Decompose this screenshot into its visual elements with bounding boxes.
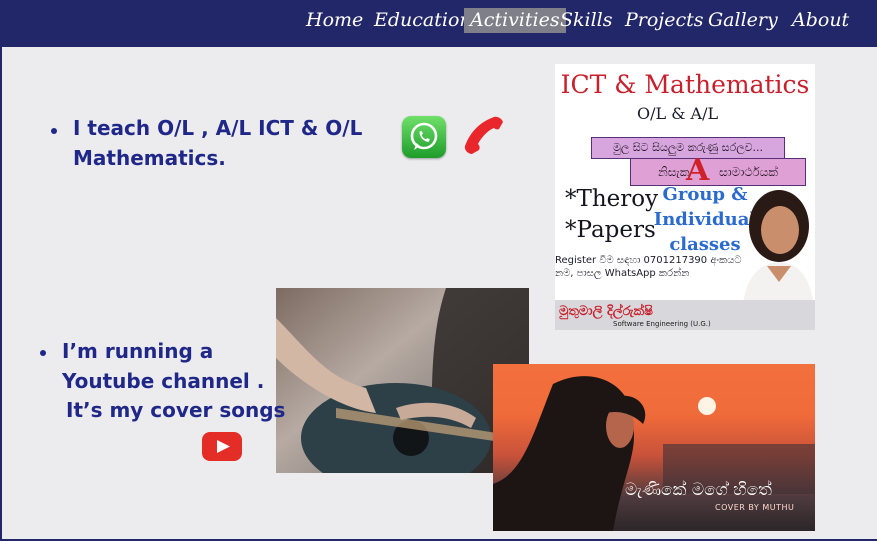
poster-register-line: නම, පාසල WhatsApp කරන්න [555, 268, 690, 279]
youtube-icon[interactable] [202, 432, 242, 461]
poster-item-papers: *Papers [565, 217, 656, 243]
poster-register-info: Register වීම සඳහා 0701217390 අංකයට නම, ප… [555, 254, 755, 280]
nav-gallery[interactable]: Gallery [708, 8, 778, 33]
youtube-text: I’m running a Youtube channel . It’s my … [62, 337, 285, 426]
top-navigation: Home Education Activities Skills Project… [0, 0, 877, 47]
nav-projects[interactable]: Projects [625, 8, 703, 33]
teaching-text: I teach O/L , A/L ICT & O/L Mathematics. [73, 114, 362, 173]
youtube-line-1: I’m running a [62, 339, 214, 363]
poster-banner-right: සාමාර්ථයක් [719, 165, 779, 179]
youtube-line-2: Youtube channel . [62, 368, 265, 393]
song-title: මැණිකේ මගේ හිතේ [625, 480, 772, 500]
bullet-dot [40, 350, 46, 356]
cover-song-thumbnail[interactable]: මැණිකේ මගේ හිතේ COVER BY MUTHU [493, 364, 815, 531]
teaching-line-1: I teach O/L , A/L ICT & O/L [73, 116, 363, 140]
nav-skills[interactable]: Skills [560, 8, 613, 33]
teaching-line-2: Mathematics. [73, 145, 226, 170]
poster-teacher-name: මුතුමාලි දිල්රුක්ෂි [559, 304, 653, 319]
poster-item-theory: *Theroy [565, 186, 659, 212]
guitar-photo [276, 288, 529, 473]
nav-about[interactable]: About [792, 8, 849, 33]
phone-icon[interactable] [460, 114, 506, 158]
poster-banner-left: නිසැක [657, 165, 690, 179]
bullet-dot [51, 128, 57, 134]
nav-home[interactable]: Home [306, 8, 363, 33]
nav-activities[interactable]: Activities [464, 8, 566, 33]
poster-teacher-title: Software Engineering (U.G.) [613, 320, 711, 328]
poster-levels: O/L & A/L [637, 104, 719, 123]
poster-title: ICT & Mathematics [560, 70, 810, 99]
poster-list: *Theroy *Papers [565, 184, 658, 246]
cover-credit: COVER BY MUTHU [715, 503, 795, 512]
poster-register-line: Register වීම සඳහා 0701217390 අංකයට [555, 255, 742, 266]
nav-education[interactable]: Education [374, 8, 472, 33]
class-poster: ICT & Mathematics O/L & A/L මුල සිට සියල… [555, 64, 815, 330]
whatsapp-icon[interactable] [402, 116, 446, 158]
youtube-line-3: It’s my cover songs [66, 398, 286, 422]
